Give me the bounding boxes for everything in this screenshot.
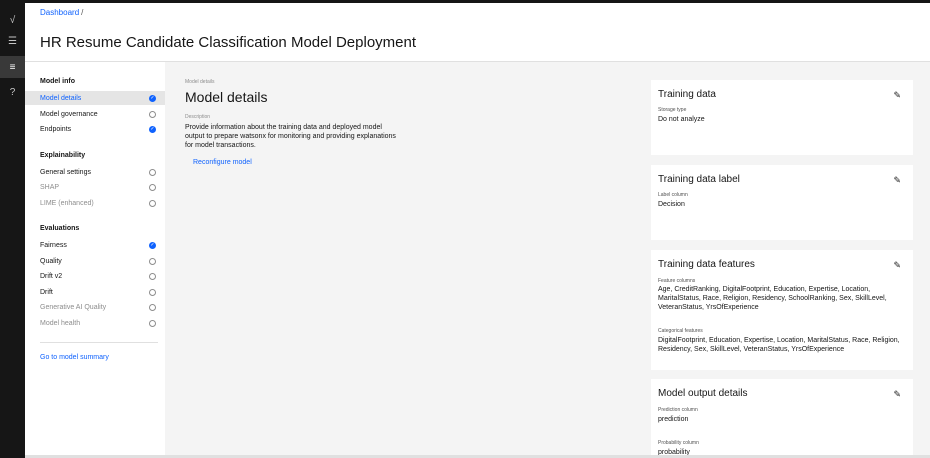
field-value: Decision: [658, 201, 685, 208]
card-title: Training data: [658, 89, 716, 100]
training-data-card: Training data ✎ Storage type Do not anal…: [651, 80, 913, 155]
circle-icon: [149, 110, 156, 118]
check-icon: ✓: [149, 125, 156, 133]
sidebar-item-lime[interactable]: LIME (enhanced): [25, 196, 165, 210]
deployments-icon[interactable]: ☰: [0, 30, 25, 52]
breadcrumb-dashboard-link[interactable]: Dashboard: [40, 8, 79, 17]
page-header: Dashboard / HR Resume Candidate Classific…: [25, 3, 930, 62]
sidebar-item-drift[interactable]: Drift: [25, 285, 165, 299]
circle-icon: [149, 288, 156, 296]
sidebar-item-model-governance[interactable]: Model governance: [25, 107, 165, 121]
check-icon: ✓: [149, 241, 156, 249]
field-value: prediction: [658, 416, 689, 423]
circle-icon: [149, 199, 156, 207]
field-label: Prediction column: [658, 407, 698, 413]
sidebar-item-label: Quality: [40, 257, 62, 265]
circle-icon: [149, 257, 156, 265]
breadcrumb-separator: /: [81, 8, 84, 17]
sidebar-item-endpoints[interactable]: Endpoints ✓: [25, 122, 165, 136]
check-icon: ✓: [149, 94, 156, 102]
training-data-label-card: Training data label ✎ Label column Decis…: [651, 165, 913, 240]
sidebar-item-label: Model health: [40, 319, 81, 327]
field-label: Feature columns: [658, 278, 696, 284]
circle-icon: [149, 183, 156, 191]
sidebar-item-label: Model details: [40, 94, 82, 102]
sidebar-item-model-health[interactable]: Model health: [25, 316, 165, 330]
card-title: Training data label: [658, 174, 740, 185]
field-value: Do not analyze: [658, 116, 705, 123]
section-label: Model details: [185, 79, 215, 85]
edit-icon[interactable]: ✎: [893, 389, 901, 400]
sidebar: Model info Model details ✓ Model governan…: [25, 62, 165, 458]
description-text: Provide information about the training d…: [185, 124, 396, 149]
activity-icon[interactable]: √: [0, 9, 25, 31]
description-label: Description: [185, 114, 211, 120]
main-title: Model details: [185, 89, 268, 105]
categorical-features-value: DigitalFootprint, Education, Expertise, …: [658, 337, 900, 353]
group-explainability: Explainability: [40, 152, 86, 159]
sidebar-item-label: Endpoints: [40, 125, 72, 133]
group-evaluations: Evaluations: [40, 225, 80, 232]
group-model-info: Model info: [40, 78, 75, 85]
breadcrumb: Dashboard /: [40, 8, 83, 17]
sidebar-item-fairness[interactable]: Fairness ✓: [25, 238, 165, 252]
circle-icon: [149, 168, 156, 176]
edit-icon[interactable]: ✎: [893, 90, 901, 101]
reconfigure-model-link[interactable]: Reconfigure model: [193, 159, 252, 166]
sidebar-item-drift-v2[interactable]: Drift v2: [25, 269, 165, 283]
configure-icon[interactable]: ≡: [0, 56, 25, 78]
sidebar-item-label: Drift: [40, 288, 53, 296]
help-icon[interactable]: ?: [0, 81, 25, 103]
go-to-model-summary-link[interactable]: Go to model summary: [40, 354, 109, 361]
training-data-features-card: Training data features ✎ Feature columns…: [651, 250, 913, 370]
sidebar-item-label: SHAP: [40, 183, 60, 191]
model-output-details-card: Model output details ✎ Prediction column…: [651, 379, 913, 458]
sidebar-item-label: Generative AI Quality: [40, 303, 107, 311]
page-title: HR Resume Candidate Classification Model…: [40, 34, 417, 51]
card-title: Model output details: [658, 388, 748, 399]
field-label: Categorical features: [658, 328, 703, 334]
sidebar-item-generative-ai-quality[interactable]: Generative AI Quality: [25, 300, 165, 314]
left-rail: √ ☰ ≡ ?: [0, 3, 25, 458]
sidebar-item-label: Drift v2: [40, 272, 63, 280]
edit-icon[interactable]: ✎: [893, 260, 901, 271]
field-label: Label column: [658, 192, 688, 198]
sidebar-item-general-settings[interactable]: General settings: [25, 165, 165, 179]
sidebar-item-label: Model governance: [40, 110, 98, 118]
circle-icon: [149, 303, 156, 311]
sidebar-item-shap[interactable]: SHAP: [25, 180, 165, 194]
sidebar-item-label: Fairness: [40, 241, 67, 249]
field-label: Probability column: [658, 440, 699, 446]
circle-icon: [149, 319, 156, 327]
card-title: Training data features: [658, 259, 755, 270]
sidebar-item-label: General settings: [40, 168, 91, 176]
sidebar-item-model-details[interactable]: Model details ✓: [25, 91, 165, 105]
edit-icon[interactable]: ✎: [893, 175, 901, 186]
feature-columns-value: Age, CreditRanking, DigitalFootprint, Ed…: [658, 286, 887, 311]
sidebar-item-label: LIME (enhanced): [40, 199, 94, 207]
field-label: Storage type: [658, 107, 687, 113]
sidebar-item-quality[interactable]: Quality: [25, 254, 165, 268]
circle-icon: [149, 272, 156, 280]
sidebar-divider: [40, 342, 158, 343]
